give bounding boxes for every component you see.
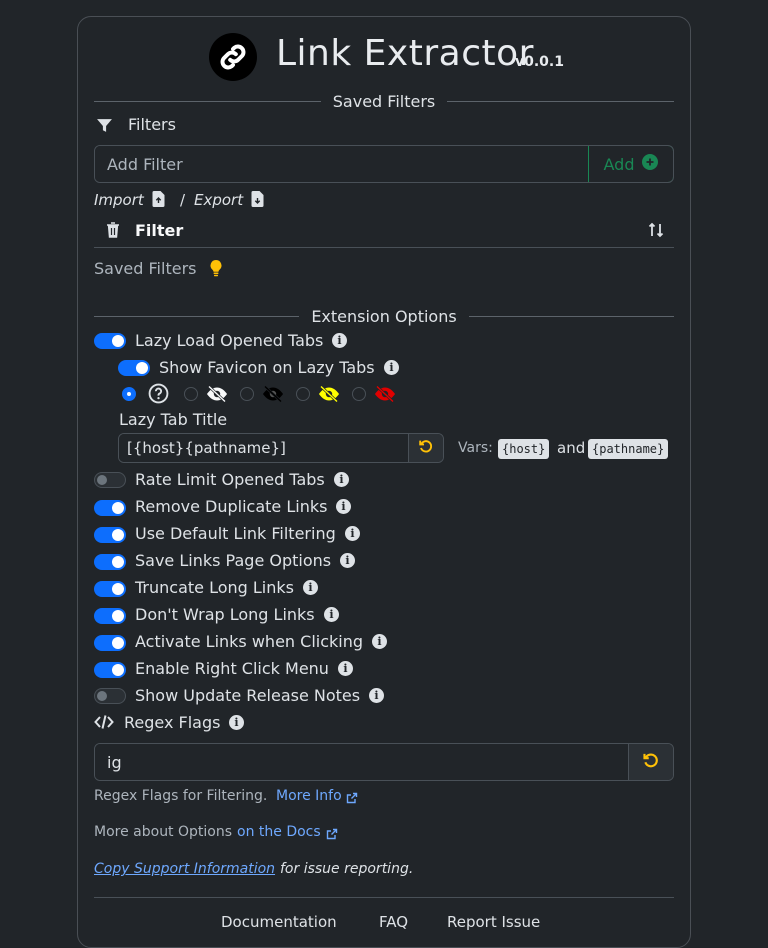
info-icon[interactable]: i xyxy=(384,360,399,375)
favicon-radio-white[interactable] xyxy=(184,387,198,401)
footer-link-documentation[interactable]: Documentation xyxy=(221,913,337,931)
copy-support-link[interactable]: Copy Support Information xyxy=(94,861,275,877)
remove-duplicates-toggle[interactable] xyxy=(94,500,126,516)
release-notes-label: Show Update Release Notes xyxy=(135,686,361,705)
more-about-text: More about Options xyxy=(94,824,233,840)
info-icon[interactable]: i xyxy=(332,333,347,348)
regex-flags-help: Regex Flags for Filtering. xyxy=(94,788,268,804)
add-filter-group: Add xyxy=(94,145,674,183)
info-icon[interactable]: i xyxy=(372,634,387,649)
regex-flags-label: Regex Flags xyxy=(124,713,221,732)
lazy-tab-title-input[interactable] xyxy=(119,434,408,462)
lazy-tab-title-label: Lazy Tab Title xyxy=(119,410,228,429)
show-favicon-label: Show Favicon on Lazy Tabs xyxy=(159,358,375,377)
rate-limit-toggle[interactable] xyxy=(94,472,126,488)
lazy-tab-title-group xyxy=(118,433,444,463)
filters-label: Filters xyxy=(128,115,176,134)
rate-limit-label: Rate Limit Opened Tabs xyxy=(135,470,325,489)
release-notes-toggle[interactable] xyxy=(94,688,126,704)
info-icon[interactable]: i xyxy=(334,472,349,487)
regex-flags-group xyxy=(94,743,674,781)
external-link-icon xyxy=(346,789,358,808)
external-link-icon xyxy=(326,825,338,844)
docs-link[interactable]: on the Docs xyxy=(237,824,321,840)
reset-icon xyxy=(418,438,434,458)
footer-divider xyxy=(94,897,674,898)
saved-filters-empty-text: Saved Filters xyxy=(94,259,197,278)
code-slash-icon xyxy=(94,714,114,734)
add-button-label: Add xyxy=(603,154,635,174)
copy-support-suffix: for issue reporting. xyxy=(280,861,414,877)
regex-flags-reset-button[interactable] xyxy=(628,744,673,780)
question-circle-icon xyxy=(148,383,169,408)
var-host-badge: {host} xyxy=(498,439,550,459)
right-click-menu-toggle[interactable] xyxy=(94,662,126,678)
app-title: Link Extractor xyxy=(276,33,534,74)
extension-options-heading: Extension Options xyxy=(94,306,674,326)
vars-and-label: and xyxy=(557,439,586,457)
eye-slash-red-icon xyxy=(374,385,396,407)
truncate-links-toggle[interactable] xyxy=(94,581,126,597)
add-filter-input[interactable] xyxy=(95,146,588,182)
default-filtering-label: Use Default Link Filtering xyxy=(135,524,336,543)
import-export-separator: / xyxy=(180,191,186,209)
show-favicon-toggle[interactable] xyxy=(118,360,150,376)
app-version: v0.0.1 xyxy=(515,54,564,70)
default-filtering-toggle[interactable] xyxy=(94,527,126,543)
regex-flags-input[interactable] xyxy=(95,744,628,780)
saved-filters-heading: Saved Filters xyxy=(94,91,675,111)
lazy-tab-title-reset-button[interactable] xyxy=(408,434,443,462)
table-header-divider xyxy=(94,247,674,248)
file-export-icon[interactable] xyxy=(251,191,264,211)
export-link[interactable]: Export xyxy=(194,191,243,209)
options-card: Link Extractor v0.0.1 Saved Filters Filt… xyxy=(77,16,691,948)
filter-funnel-icon xyxy=(96,117,114,135)
link-logo-icon xyxy=(209,33,257,81)
vars-label: Vars: xyxy=(458,440,493,456)
info-icon[interactable]: i xyxy=(336,499,351,514)
footer-link-faq[interactable]: FAQ xyxy=(379,913,408,931)
trash-icon[interactable] xyxy=(106,222,120,242)
right-click-menu-label: Enable Right Click Menu xyxy=(135,659,329,678)
eye-slash-black-icon xyxy=(262,385,284,407)
favicon-radio-red[interactable] xyxy=(352,387,366,401)
plus-circle-icon xyxy=(642,154,659,174)
lightbulb-icon xyxy=(209,259,223,281)
info-icon[interactable]: i xyxy=(338,661,353,676)
reset-icon xyxy=(642,751,660,773)
info-icon[interactable]: i xyxy=(340,553,355,568)
info-icon[interactable]: i xyxy=(303,580,318,595)
var-pathname-badge: {pathname} xyxy=(588,439,669,459)
eye-slash-white-icon xyxy=(206,385,228,407)
activate-links-label: Activate Links when Clicking xyxy=(135,632,364,651)
sort-arrows-icon[interactable] xyxy=(648,222,664,242)
file-import-icon[interactable] xyxy=(152,191,165,211)
more-info-link[interactable]: More Info xyxy=(276,788,342,804)
save-page-options-label: Save Links Page Options xyxy=(135,551,332,570)
remove-duplicates-label: Remove Duplicate Links xyxy=(135,497,328,516)
lazy-load-toggle[interactable] xyxy=(94,333,126,349)
activate-links-toggle[interactable] xyxy=(94,635,126,651)
info-icon[interactable]: i xyxy=(229,715,244,730)
save-page-options-toggle[interactable] xyxy=(94,554,126,570)
info-icon[interactable]: i xyxy=(345,526,360,541)
footer-link-report-issue[interactable]: Report Issue xyxy=(447,913,540,931)
info-icon[interactable]: i xyxy=(324,607,339,622)
dont-wrap-label: Don't Wrap Long Links xyxy=(135,605,315,624)
add-filter-button[interactable]: Add xyxy=(588,146,673,182)
filter-column-header: Filter xyxy=(135,221,184,240)
app-header: Link Extractor v0.0.1 xyxy=(78,31,690,87)
lazy-load-label: Lazy Load Opened Tabs xyxy=(135,331,324,350)
info-icon[interactable]: i xyxy=(369,688,384,703)
dont-wrap-toggle[interactable] xyxy=(94,608,126,624)
favicon-radio-black[interactable] xyxy=(240,387,254,401)
favicon-radio-yellow[interactable] xyxy=(296,387,310,401)
import-link[interactable]: Import xyxy=(94,191,144,209)
favicon-radio-question[interactable] xyxy=(122,387,136,401)
eye-slash-yellow-icon xyxy=(318,385,340,407)
truncate-links-label: Truncate Long Links xyxy=(135,578,294,597)
